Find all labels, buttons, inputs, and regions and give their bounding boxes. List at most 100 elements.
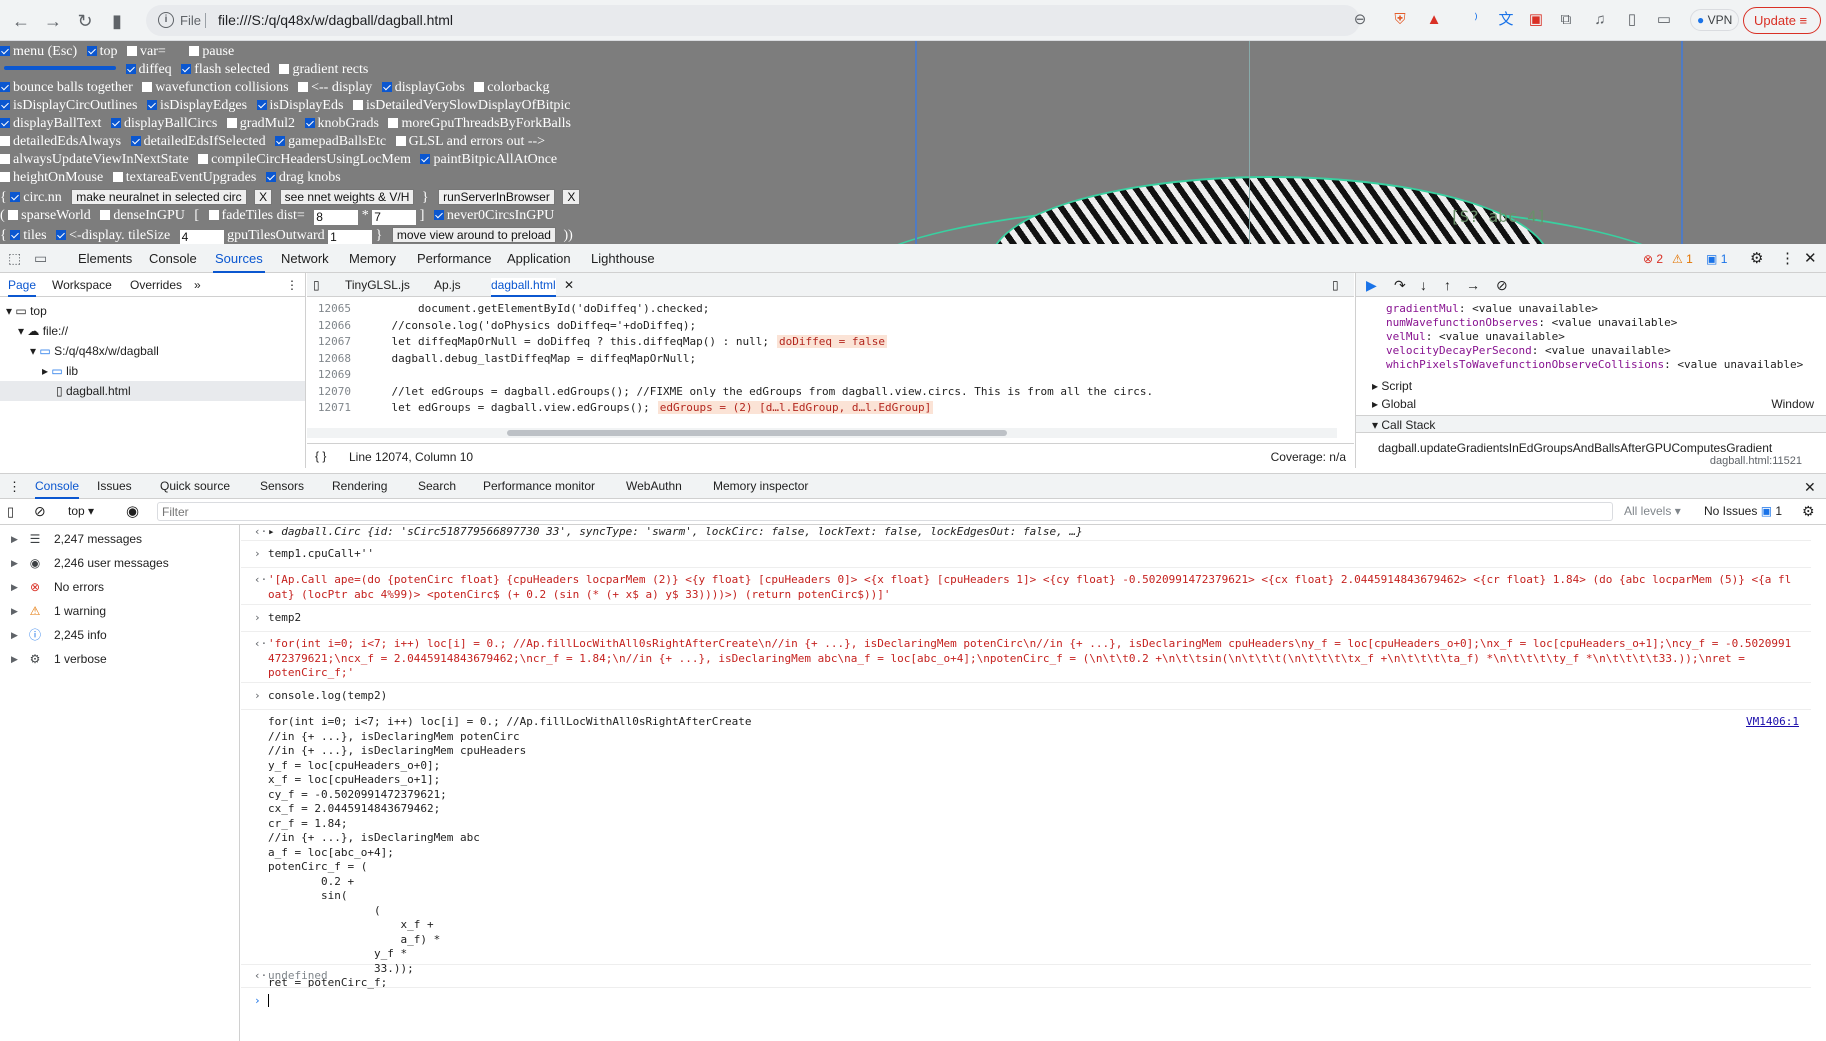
paintbitpic-checkbox[interactable] [420, 154, 431, 164]
var-checkbox[interactable] [127, 46, 138, 56]
music-icon[interactable]: ♫ [1590, 10, 1610, 30]
tree-item-lib[interactable]: ▸ ▭ lib [42, 361, 78, 381]
display-checkbox[interactable] [298, 82, 309, 92]
displaygobs-checkbox[interactable] [381, 82, 392, 92]
detailedselected-checkbox[interactable] [130, 136, 141, 146]
tab-sources[interactable]: Sources [213, 251, 265, 273]
settings-icon[interactable]: ⚙ [1750, 249, 1763, 267]
make-neuralnet-button[interactable]: make neuralnet in selected circ [71, 189, 247, 205]
code-line[interactable]: 12067 let diffeqMapOrNull = doDiffeq ? t… [307, 334, 887, 350]
balltext-checkbox[interactable] [0, 118, 10, 128]
code-line[interactable]: 12066 //console.log('doPhysics doDiffeq=… [307, 318, 696, 334]
tree-item-folder[interactable]: ▾ ▭ S:/q/q48x/w/dagball [30, 341, 159, 361]
gputhreads-checkbox[interactable] [388, 118, 399, 128]
code-line[interactable]: 12065 document.getElementById('doDiffeq'… [307, 301, 710, 317]
scroll-thumb[interactable] [507, 430, 1007, 436]
settings-icon[interactable]: ⚙ [1802, 503, 1815, 520]
tab-page[interactable]: Page [8, 278, 37, 297]
denseingpu-checkbox[interactable] [100, 210, 111, 220]
code-line[interactable]: 12071 let edGroups = dagball.view.edGrou… [307, 400, 934, 416]
update-button[interactable]: Update ≡ [1743, 7, 1821, 34]
wallet-icon[interactable]: ▭ [1654, 10, 1674, 30]
never0circs-checkbox[interactable] [433, 210, 444, 220]
close-icon[interactable]: ✕ [1804, 249, 1817, 267]
scope-variable[interactable]: whichPixelsToWavefunctionObserveCollisio… [1386, 357, 1803, 373]
speed-slider[interactable] [4, 66, 116, 70]
puzzle-icon[interactable]: ⧉ [1556, 10, 1576, 30]
outward-input[interactable]: 1 [328, 230, 373, 244]
drawer-more-icon[interactable]: ⋮ [8, 479, 21, 495]
console-entry[interactable]: › console.log(temp2) [241, 684, 1811, 710]
tab-memory[interactable]: Memory [349, 251, 396, 266]
circoutlines-checkbox[interactable] [0, 100, 10, 110]
top-checkbox[interactable] [86, 46, 97, 56]
circnn-checkbox[interactable] [10, 192, 21, 202]
console-entry[interactable]: ‹·'for(int i=0; i<7; i++) loc[i] = 0.; /… [241, 633, 1811, 683]
preload-button[interactable]: move view around to preload [391, 227, 556, 243]
tree-item-top[interactable]: ▾ ▭ top [6, 301, 47, 321]
console-entry[interactable]: ‹· undefined [241, 966, 1811, 988]
drawer-tab-issues[interactable]: Issues [97, 479, 132, 493]
scope-script[interactable]: ▸ Script [1372, 379, 1412, 393]
address-bar[interactable]: i File file:///S:/q/q48x/w/dagball/dagba… [146, 5, 1360, 36]
line-number[interactable]: 12071 [307, 400, 351, 416]
info-icon[interactable]: i [158, 12, 174, 28]
tree-item-dagball[interactable]: ▯ dagball.html [0, 381, 305, 401]
resume-icon[interactable]: ▶ [1366, 277, 1377, 294]
run-server-button[interactable]: runServerInBrowser [438, 189, 555, 205]
zoom-icon[interactable]: ⊖ [1350, 10, 1370, 30]
tab-workspace[interactable]: Workspace [52, 278, 112, 292]
tab-network[interactable]: Network [281, 251, 329, 266]
console-entry[interactable]: ‹· ▸ dagball.Circ {id: 'sCirc518779566897… [241, 525, 1811, 541]
line-number[interactable]: 12068 [307, 351, 351, 367]
pause-checkbox[interactable] [189, 46, 200, 56]
mult-input[interactable]: 7 [372, 210, 417, 225]
dragknobs-checkbox[interactable] [265, 172, 276, 182]
step-into-icon[interactable]: ↓ [1420, 277, 1427, 293]
dist-input[interactable]: 8 [314, 210, 359, 225]
drawer-tab-quick-source[interactable]: Quick source [160, 479, 230, 493]
console-prompt[interactable]: › [241, 989, 1811, 1013]
drawer-tab-webauthn[interactable]: WebAuthn [626, 479, 682, 493]
toggle-debugger-icon[interactable]: ▯ [1332, 278, 1339, 292]
device-icon[interactable]: ▭ [34, 250, 47, 267]
edges-checkbox[interactable] [146, 100, 157, 110]
eye-icon[interactable]: ◉ [126, 502, 139, 520]
drawer-tab-rendering[interactable]: Rendering [332, 479, 387, 493]
line-number[interactable]: 12066 [307, 318, 351, 334]
horizontal-scrollbar[interactable] [307, 428, 1337, 438]
console-log-entry[interactable]: for(int i=0; i<7; i++) loc[i] = 0.; //Ap… [241, 711, 1811, 989]
clear-console-icon[interactable]: ⊘ [34, 503, 46, 520]
callstack-header[interactable]: ▾ Call Stack [1356, 415, 1826, 433]
more-icon[interactable]: ⋮ [1780, 249, 1795, 267]
tab-console[interactable]: Console [149, 251, 197, 266]
line-number[interactable]: 12070 [307, 384, 351, 400]
context-select[interactable]: top ▾ [68, 504, 94, 518]
eds-checkbox[interactable] [256, 100, 267, 110]
warning-count[interactable]: ⚠ 1 [1672, 252, 1693, 266]
colorbackg-checkbox[interactable] [474, 82, 485, 92]
fadetiles-checkbox[interactable] [208, 210, 219, 220]
tab-overrides[interactable]: Overrides [130, 278, 182, 292]
menu-checkbox[interactable] [0, 46, 10, 56]
file-tab-dagball[interactable]: dagball.html [491, 278, 556, 297]
message-count[interactable]: ▣ 1 [1706, 252, 1727, 266]
console-entry[interactable]: › temp2 [241, 606, 1811, 632]
vpn-button[interactable]: ● VPN [1690, 9, 1740, 31]
code-line[interactable]: 12070 //let edGroups = dagball.edGroups(… [307, 384, 1153, 400]
display-tiles-checkbox[interactable] [56, 230, 67, 240]
forward-icon[interactable]: → [40, 8, 66, 34]
console-sidebar-item[interactable]: ▶ ◉ 2,246 user messages [0, 551, 240, 575]
scope-global[interactable]: ▸ Global Window [1372, 397, 1822, 411]
filter-input[interactable] [157, 502, 1613, 521]
page-canvas[interactable]: [S? abc 4] menu (Esc) top var= pause dif… [0, 41, 1826, 244]
drawer-tab-search[interactable]: Search [418, 479, 456, 493]
wavefunction-checkbox[interactable] [142, 82, 153, 92]
console-entry[interactable]: › temp1.cpuCall+'' [241, 542, 1811, 568]
code-line[interactable]: 12069 [307, 367, 365, 383]
record-icon[interactable]: ▣ [1526, 10, 1546, 30]
drawer-tab-sensors[interactable]: Sensors [260, 479, 304, 493]
rewards-icon[interactable]: ▲ [1424, 10, 1444, 30]
console-sidebar-item[interactable]: ▶ ⓘ 2,245 info [0, 623, 240, 647]
step-icon[interactable]: → [1466, 277, 1480, 293]
